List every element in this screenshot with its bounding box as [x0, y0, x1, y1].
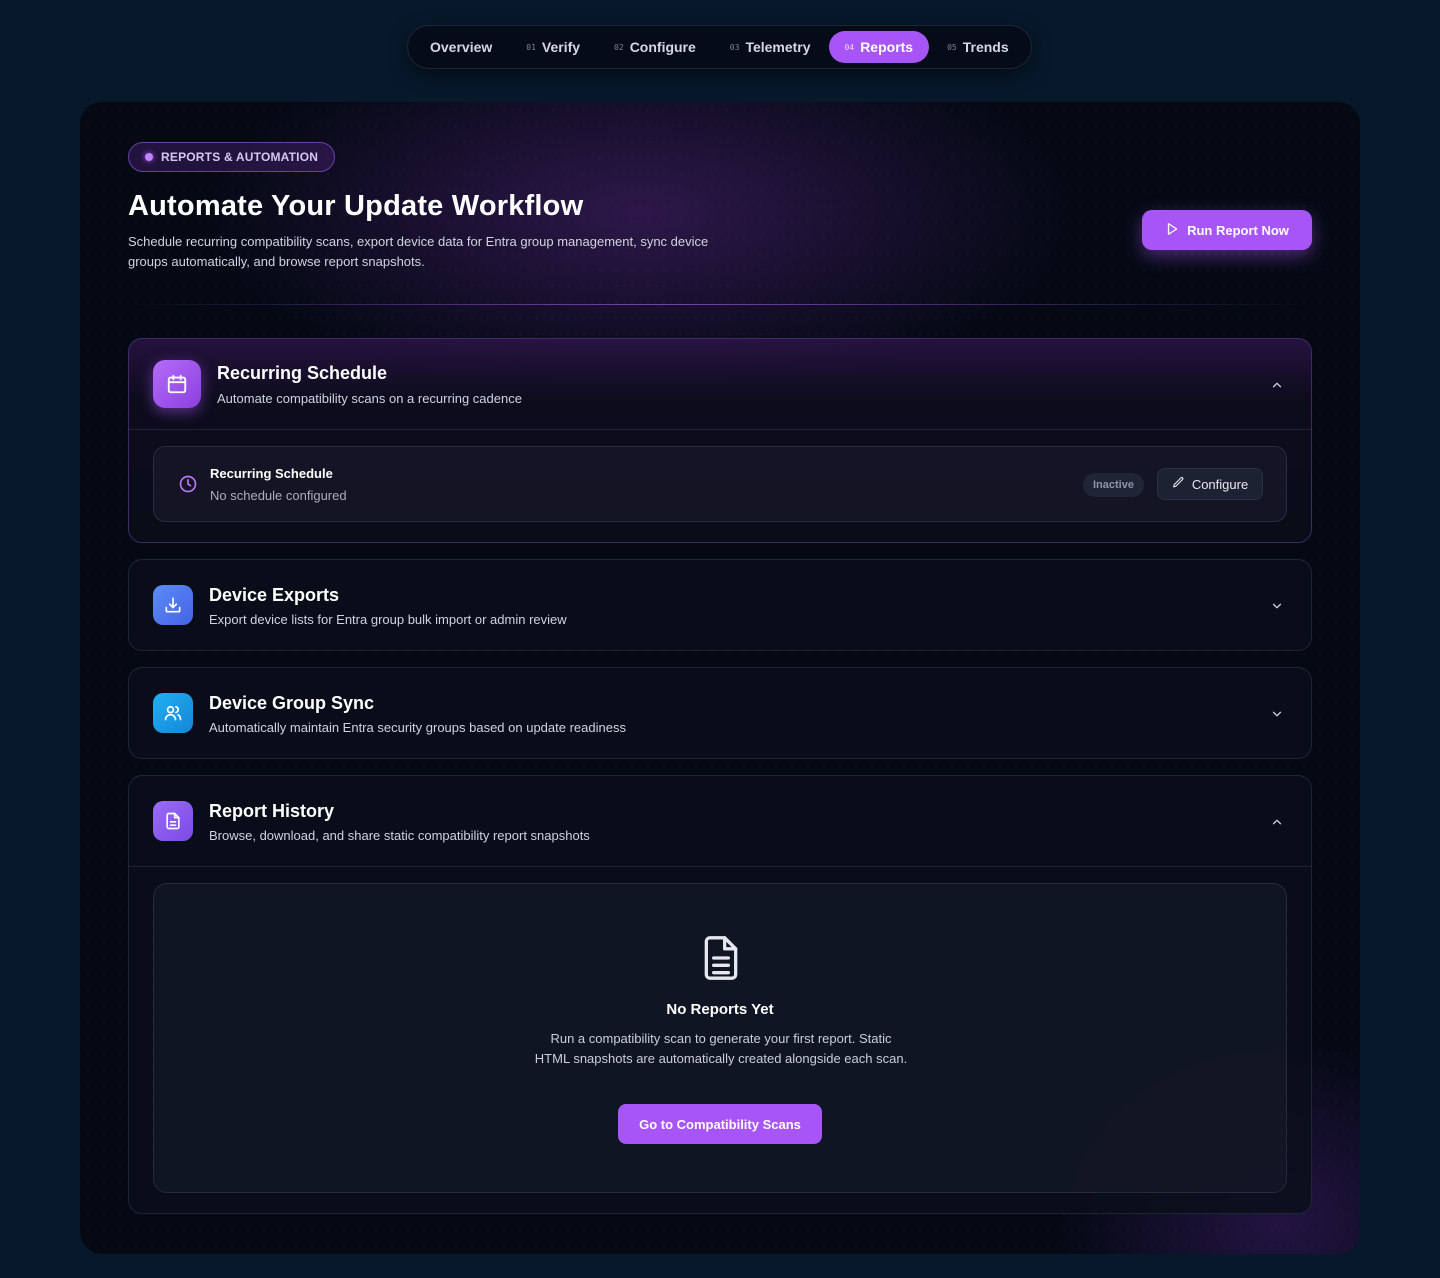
section-description: Automatically maintain Entra security gr… — [209, 720, 626, 735]
chevron-down-icon[interactable] — [1267, 704, 1287, 724]
tab-label: Configure — [629, 39, 696, 55]
section-title: Device Exports — [209, 585, 340, 605]
schedule-row-title: Recurring Schedule — [210, 466, 333, 481]
section-title: Device Group Sync — [209, 693, 375, 713]
chevron-up-icon[interactable] — [1267, 812, 1287, 832]
run-report-label: Run Report Now — [1187, 222, 1289, 238]
play-icon — [1165, 222, 1179, 239]
tab-number: 05 — [947, 42, 957, 52]
section-separator — [129, 429, 1311, 430]
recurring-schedule-section: Recurring Schedule Automate compatibilit… — [128, 338, 1312, 543]
report-history-header[interactable]: Report History Browse, download, and sha… — [129, 776, 1311, 866]
download-icon — [153, 585, 193, 625]
tab-label: Overview — [430, 39, 493, 55]
configure-label: Configure — [1191, 476, 1249, 492]
run-report-button[interactable]: Run Report Now — [1142, 210, 1312, 250]
pencil-icon — [1172, 476, 1185, 492]
tab-configure[interactable]: 02 Configure — [598, 31, 712, 63]
section-description: Automate compatibility scans on a recurr… — [217, 391, 522, 406]
section-title: Recurring Schedule — [217, 363, 388, 383]
tab-reports[interactable]: 04 Reports — [828, 31, 930, 63]
section-description: Browse, download, and share static compa… — [209, 828, 590, 843]
tab-label: Verify — [541, 39, 581, 55]
report-history-section: Report History Browse, download, and sha… — [128, 775, 1312, 1214]
schedule-row-status-text: No schedule configured — [210, 488, 347, 503]
section-separator — [129, 866, 1311, 867]
badge-label: REPORTS & AUTOMATION — [161, 150, 319, 164]
tab-number: 04 — [844, 42, 855, 52]
tab-number: 03 — [729, 42, 740, 52]
tab-number: 02 — [614, 42, 624, 52]
page-subtitle: Schedule recurring compatibility scans, … — [128, 234, 709, 269]
schedule-row: Recurring Schedule No schedule configure… — [153, 446, 1287, 522]
empty-state: No Reports Yet Run a compatibility scan … — [153, 883, 1287, 1193]
reports-panel: REPORTS & AUTOMATION Automate Your Updat… — [80, 102, 1360, 1254]
go-to-scans-button[interactable]: Go to Compatibility Scans — [618, 1104, 822, 1144]
empty-state-title: No Reports Yet — [666, 1001, 774, 1018]
page-title: Automate Your Update Workflow — [128, 190, 584, 222]
recurring-schedule-header[interactable]: Recurring Schedule Automate compatibilit… — [129, 339, 1311, 429]
hero-divider — [128, 304, 1312, 305]
section-title: Report History — [209, 801, 335, 821]
tab-trends[interactable]: 05 Trends — [931, 31, 1025, 63]
file-text-icon — [153, 801, 193, 841]
section-badge: REPORTS & AUTOMATION — [128, 142, 336, 172]
chevron-up-icon[interactable] — [1267, 375, 1287, 395]
chevron-down-icon[interactable] — [1267, 596, 1287, 616]
status-badge: Inactive — [1083, 473, 1144, 497]
device-exports-section: Device Exports Export device lists for E… — [128, 559, 1312, 651]
device-group-sync-header[interactable]: Device Group Sync Automatically maintain… — [129, 668, 1311, 758]
tab-overview[interactable]: Overview — [414, 31, 508, 63]
device-group-sync-section: Device Group Sync Automatically maintain… — [128, 667, 1312, 759]
tab-label: Telemetry — [745, 39, 811, 55]
clock-icon — [178, 474, 198, 499]
badge-dot-icon — [145, 153, 153, 161]
top-nav: Overview 01 Verify 02 Configure 03 Telem… — [407, 25, 1032, 69]
tab-telemetry[interactable]: 03 Telemetry — [714, 31, 827, 63]
tab-label: Reports — [860, 39, 914, 55]
users-icon — [153, 693, 193, 733]
tab-verify[interactable]: 01 Verify — [510, 31, 596, 63]
device-exports-header[interactable]: Device Exports Export device lists for E… — [129, 560, 1311, 650]
tab-label: Trends — [962, 39, 1009, 55]
configure-button[interactable]: Configure — [1157, 468, 1263, 500]
section-description: Export device lists for Entra group bulk… — [209, 612, 567, 627]
tab-number: 01 — [526, 42, 536, 52]
file-text-icon — [699, 934, 743, 987]
calendar-icon — [153, 360, 201, 408]
empty-state-text: Run a compatibility scan to generate you… — [534, 1031, 908, 1066]
